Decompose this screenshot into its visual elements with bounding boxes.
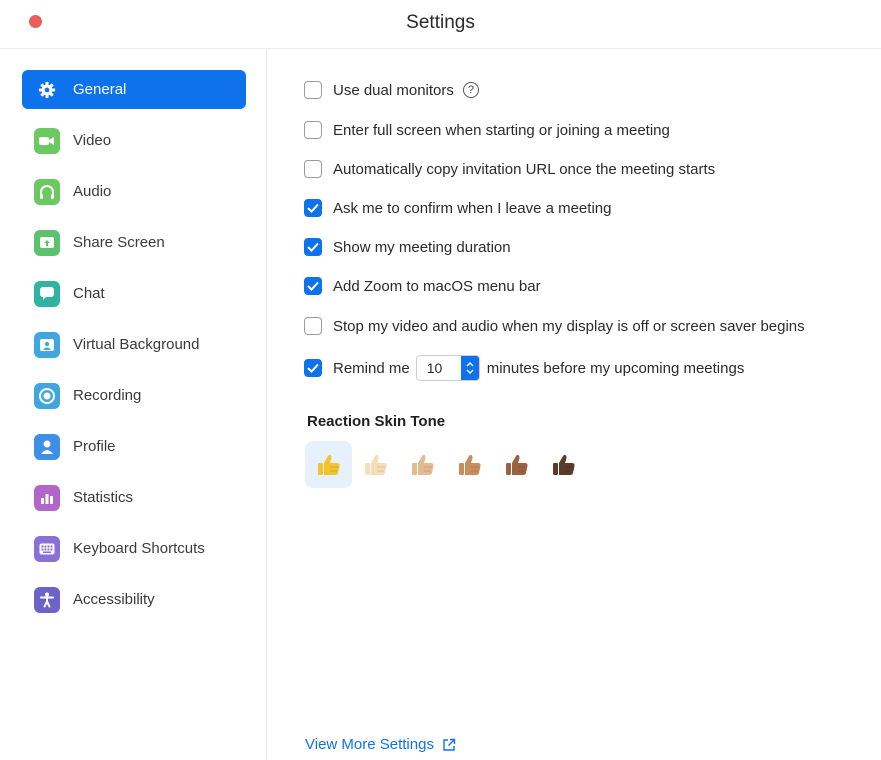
sidebar-item-label: Statistics <box>73 489 134 506</box>
thumbs-up-icon <box>317 454 340 475</box>
minutes-value[interactable]: 10 <box>417 360 461 376</box>
chat-icon <box>34 280 60 307</box>
sidebar-item-label: Chat <box>73 285 105 302</box>
checkmark-icon <box>307 363 319 373</box>
sidebar-item-recording[interactable]: Recording <box>22 376 246 415</box>
option-label: Show my meeting duration <box>333 238 511 256</box>
sidebar-item-audio[interactable]: Audio <box>22 172 246 211</box>
remind-suffix: minutes before my upcoming meetings <box>486 359 745 377</box>
thumbs-up-icon <box>505 454 528 475</box>
checkmark-icon <box>307 281 319 291</box>
option-meeting-duration: Show my meeting duration <box>304 238 511 256</box>
sidebar-item-accessibility[interactable]: Accessibility <box>22 580 246 619</box>
view-more-settings-link[interactable]: View More Settings <box>305 736 456 753</box>
option-use-dual-monitors: Use dual monitors ? <box>304 81 479 99</box>
option-label: Stop my video and audio when my display … <box>333 317 805 335</box>
gear-icon <box>34 77 60 103</box>
sidebar-item-profile[interactable]: Profile <box>22 427 246 466</box>
stepper-arrows-icon[interactable] <box>460 356 479 380</box>
sidebar-item-chat[interactable]: Chat <box>22 274 246 313</box>
skin-tone-option[interactable] <box>446 441 493 488</box>
checkbox[interactable] <box>304 81 322 99</box>
checkbox[interactable] <box>304 238 322 256</box>
option-label: Automatically copy invitation URL once t… <box>333 160 716 178</box>
checkmark-icon <box>307 203 319 213</box>
skin-tone-option[interactable] <box>352 441 399 488</box>
option-menu-bar: Add Zoom to macOS menu bar <box>304 277 541 295</box>
checkbox[interactable] <box>304 160 322 178</box>
sidebar-item-general[interactable]: General <box>22 70 246 109</box>
checkbox[interactable] <box>304 277 322 295</box>
option-label: Ask me to confirm when I leave a meeting <box>333 199 612 217</box>
checkbox[interactable] <box>304 317 322 335</box>
general-settings-panel: Use dual monitors ? Enter full screen wh… <box>267 49 881 760</box>
sidebar-item-keyboard-shortcuts[interactable]: Keyboard Shortcuts <box>22 529 246 568</box>
sidebar-item-label: Profile <box>73 438 116 455</box>
thumbs-up-icon <box>458 454 481 475</box>
option-label: Add Zoom to macOS menu bar <box>333 277 541 295</box>
help-icon[interactable]: ? <box>462 82 479 98</box>
option-stop-video-audio: Stop my video and audio when my display … <box>304 317 805 335</box>
sidebar-item-share-screen[interactable]: Share Screen <box>22 223 246 262</box>
sidebar-item-label: Keyboard Shortcuts <box>73 540 205 557</box>
window-title: Settings <box>406 12 475 33</box>
option-remind-me: Remind me 10 minutes before my upcoming … <box>304 355 744 381</box>
virtual-background-icon <box>34 331 60 358</box>
external-link-icon <box>443 738 456 751</box>
statistics-icon <box>34 484 60 511</box>
option-label: Enter full screen when starting or joini… <box>333 121 670 139</box>
thumbs-up-icon <box>552 454 575 475</box>
sidebar-item-label: Virtual Background <box>73 336 200 353</box>
option-full-screen: Enter full screen when starting or joini… <box>304 121 670 139</box>
skin-tone-option[interactable] <box>399 441 446 488</box>
settings-sidebar: General Video Audio Share Screen Chat Vi… <box>0 49 267 760</box>
option-label: Use dual monitors <box>333 81 454 99</box>
checkmark-icon <box>307 242 319 252</box>
sidebar-item-label: Audio <box>73 183 112 200</box>
share-screen-icon <box>34 229 60 256</box>
checkbox[interactable] <box>304 199 322 217</box>
video-icon <box>34 127 60 154</box>
accessibility-icon <box>34 586 60 613</box>
sidebar-item-label: Video <box>73 132 112 149</box>
keyboard-icon <box>34 535 60 562</box>
sidebar-item-label: Recording <box>73 387 142 404</box>
sidebar-item-label: Accessibility <box>73 591 155 608</box>
thumbs-up-icon <box>411 454 434 475</box>
skin-tone-option[interactable] <box>493 441 540 488</box>
sidebar-item-label: Share Screen <box>73 234 165 251</box>
checkbox[interactable] <box>304 121 322 139</box>
sidebar-item-video[interactable]: Video <box>22 121 246 160</box>
thumbs-up-icon <box>364 454 387 475</box>
recording-icon <box>34 382 60 409</box>
reaction-skin-tone-title: Reaction Skin Tone <box>307 413 446 430</box>
option-copy-invitation-url: Automatically copy invitation URL once t… <box>304 160 715 178</box>
sidebar-item-label: General <box>73 81 127 98</box>
title-bar: Settings <box>0 0 881 49</box>
minutes-stepper[interactable]: 10 <box>415 355 480 381</box>
skin-tone-option[interactable] <box>305 441 352 488</box>
view-more-label: View More Settings <box>305 736 434 753</box>
checkbox[interactable] <box>304 359 322 377</box>
skin-tone-option[interactable] <box>540 441 587 488</box>
option-confirm-leave: Ask me to confirm when I leave a meeting <box>304 199 611 217</box>
sidebar-item-statistics[interactable]: Statistics <box>22 478 246 517</box>
remind-prefix: Remind me <box>333 359 410 377</box>
profile-icon <box>34 433 60 460</box>
headphones-icon <box>34 178 60 205</box>
skin-tone-picker <box>305 441 587 488</box>
sidebar-item-virtual-background[interactable]: Virtual Background <box>22 325 246 364</box>
